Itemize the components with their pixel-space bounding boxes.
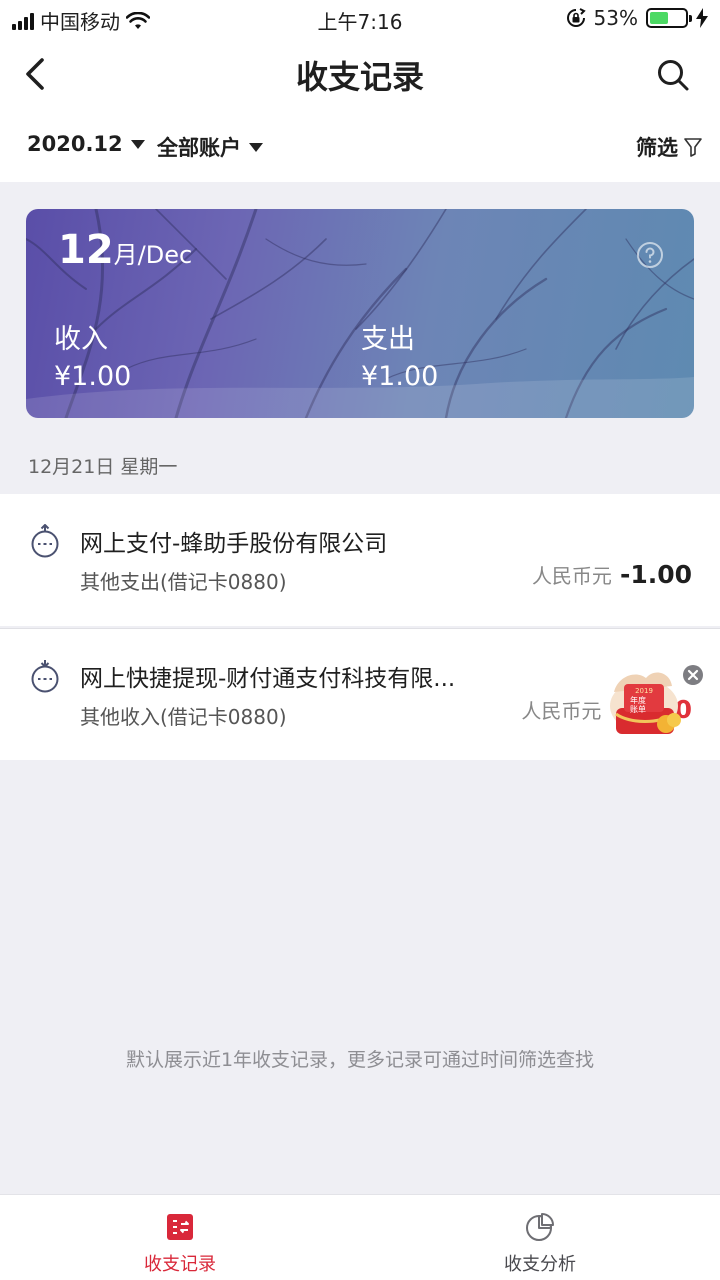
tab-records-label: 收支记录	[144, 1254, 216, 1275]
transaction-title: 网上快捷提现-财付通支付科技有限...	[80, 666, 456, 692]
annual-bill-badge-icon: 2019 年度 账单	[610, 665, 703, 734]
monthly-summary-card: 12月/Dec 收入 ¥1.00 支出 ¥1.00	[26, 209, 694, 418]
search-icon[interactable]	[656, 58, 690, 92]
ledger-icon	[167, 1214, 193, 1240]
chevron-down-icon	[249, 142, 263, 152]
account-selector[interactable]: 全部账户	[157, 132, 263, 162]
month-number: 12	[58, 227, 114, 273]
month-suffix: 月/Dec	[113, 241, 193, 269]
page-title: 收支记录	[295, 58, 424, 96]
income-value: ¥1.00	[54, 361, 132, 392]
status-bar: 中国移动 上午7:16 53%	[0, 0, 720, 36]
tab-records[interactable]: 收支记录	[0, 1195, 360, 1280]
chevron-down-icon	[130, 139, 145, 149]
transaction-title: 网上支付-蜂助手股份有限公司	[80, 531, 388, 557]
orientation-lock-icon	[566, 8, 586, 27]
pie-chart-icon	[526, 1213, 554, 1241]
expense-clock-icon	[31, 524, 59, 558]
charging-bolt-icon	[696, 8, 708, 28]
transaction-row[interactable]: 网上支付-蜂助手股份有限公司 其他支出(借记卡0880) 人民币元 -1.00	[0, 494, 720, 626]
expense-value: ¥1.00	[361, 361, 439, 392]
transaction-subtitle: 其他支出(借记卡0880)	[80, 570, 287, 594]
date-header: 12月21日 星期一	[28, 456, 178, 478]
transaction-subtitle: 其他收入(借记卡0880)	[80, 705, 287, 729]
transaction-amount-group: 人民币元 -1.00	[532, 560, 692, 589]
promo-line2: 账单	[630, 704, 646, 714]
bottom-tab-bar: 收支记录 收支分析	[0, 1194, 720, 1280]
month-selector-label: 2020.12	[27, 132, 123, 156]
filter-button[interactable]: 筛选	[636, 132, 702, 162]
nav-bar: 收支记录	[0, 36, 720, 112]
footer-note: 默认展示近1年收支记录，更多记录可通过时间筛选查找	[125, 1049, 595, 1071]
filter-bar: 2020.12 全部账户 筛选	[0, 112, 720, 182]
promo-year: 2019	[635, 687, 653, 695]
income-label: 收入	[54, 324, 108, 355]
filter-button-label: 筛选	[636, 136, 678, 160]
month-display: 12月/Dec	[58, 227, 192, 273]
annual-bill-promo[interactable]: 2019 年度 账单	[608, 662, 708, 742]
help-icon[interactable]	[636, 241, 664, 269]
funnel-icon	[684, 138, 702, 157]
battery-percent: 53%	[593, 6, 638, 30]
status-right: 53%	[566, 6, 708, 30]
promo-line1: 年度	[630, 695, 646, 705]
currency-label: 人民币元	[521, 699, 602, 723]
income-clock-icon	[31, 660, 59, 693]
battery-icon	[646, 8, 692, 28]
expense-label: 支出	[361, 324, 415, 355]
currency-label: 人民币元	[531, 564, 612, 588]
tab-analysis[interactable]: 收支分析	[360, 1195, 720, 1280]
month-selector[interactable]: 2020.12	[27, 132, 145, 156]
tab-analysis-label: 收支分析	[504, 1254, 576, 1275]
account-selector-label: 全部账户	[157, 136, 241, 160]
transaction-amount: -1.00	[619, 560, 692, 589]
